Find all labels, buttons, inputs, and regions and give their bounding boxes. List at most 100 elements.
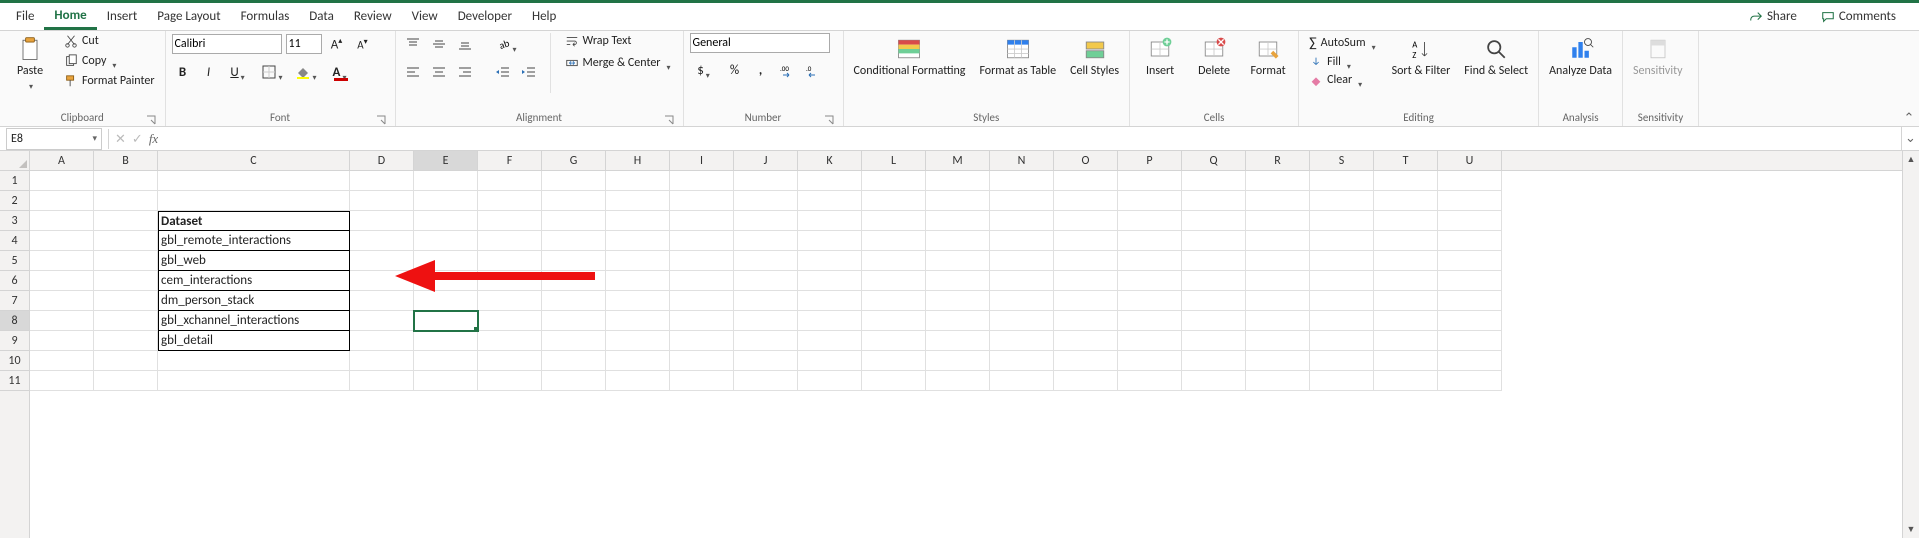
- cell-M11[interactable]: [926, 371, 990, 391]
- cell-C10[interactable]: [158, 351, 350, 371]
- font-name-select[interactable]: [172, 34, 282, 54]
- cell-N6[interactable]: [990, 271, 1054, 291]
- cell-F11[interactable]: [478, 371, 542, 391]
- borders-button[interactable]: [258, 61, 288, 83]
- cell-C11[interactable]: [158, 371, 350, 391]
- cell-S9[interactable]: [1310, 331, 1374, 351]
- cell-J3[interactable]: [734, 211, 798, 231]
- cell-J8[interactable]: [734, 311, 798, 331]
- cell-A4[interactable]: [30, 231, 94, 251]
- column-header-M[interactable]: M: [926, 151, 990, 170]
- cell-S3[interactable]: [1310, 211, 1374, 231]
- cell-P8[interactable]: [1118, 311, 1182, 331]
- cell-E7[interactable]: [414, 291, 478, 311]
- name-box[interactable]: E8 ▾: [6, 128, 102, 150]
- sensitivity-button[interactable]: Sensitivity: [1629, 33, 1687, 80]
- tab-data[interactable]: Data: [299, 5, 344, 28]
- cell-T2[interactable]: [1374, 191, 1438, 211]
- vertical-scrollbar[interactable]: ▲ ▼: [1902, 151, 1919, 538]
- row-header-11[interactable]: 11: [0, 371, 29, 391]
- cell-H7[interactable]: [606, 291, 670, 311]
- tab-formulas[interactable]: Formulas: [231, 5, 300, 28]
- find-select-button[interactable]: Find & Select: [1460, 33, 1532, 80]
- cell-E9[interactable]: [414, 331, 478, 351]
- copy-button[interactable]: Copy: [60, 53, 159, 69]
- row-header-5[interactable]: 5: [0, 251, 29, 271]
- cell-T10[interactable]: [1374, 351, 1438, 371]
- cell-I8[interactable]: [670, 311, 734, 331]
- cell-K4[interactable]: [798, 231, 862, 251]
- dialog-launcher-icon[interactable]: [823, 114, 835, 126]
- cell-P4[interactable]: [1118, 231, 1182, 251]
- align-top-button[interactable]: [402, 33, 424, 55]
- cell-C9[interactable]: gbl_detail: [158, 331, 350, 351]
- cell-J4[interactable]: [734, 231, 798, 251]
- cell-L11[interactable]: [862, 371, 926, 391]
- cell-R4[interactable]: [1246, 231, 1310, 251]
- cell-O6[interactable]: [1054, 271, 1118, 291]
- cell-B2[interactable]: [94, 191, 158, 211]
- cell-U10[interactable]: [1438, 351, 1502, 371]
- cut-button[interactable]: Cut: [60, 33, 159, 49]
- cell-S5[interactable]: [1310, 251, 1374, 271]
- cell-A6[interactable]: [30, 271, 94, 291]
- cell-A10[interactable]: [30, 351, 94, 371]
- cell-J5[interactable]: [734, 251, 798, 271]
- tab-page-layout[interactable]: Page Layout: [147, 5, 230, 28]
- cell-L10[interactable]: [862, 351, 926, 371]
- cell-I10[interactable]: [670, 351, 734, 371]
- underline-button[interactable]: U: [224, 61, 254, 83]
- share-button[interactable]: Share: [1742, 6, 1804, 27]
- column-header-P[interactable]: P: [1118, 151, 1182, 170]
- cell-M2[interactable]: [926, 191, 990, 211]
- column-header-I[interactable]: I: [670, 151, 734, 170]
- cell-K8[interactable]: [798, 311, 862, 331]
- cell-D11[interactable]: [350, 371, 414, 391]
- cell-R2[interactable]: [1246, 191, 1310, 211]
- cell-B6[interactable]: [94, 271, 158, 291]
- cell-N1[interactable]: [990, 171, 1054, 191]
- cell-U3[interactable]: [1438, 211, 1502, 231]
- cell-E1[interactable]: [414, 171, 478, 191]
- formula-input[interactable]: [164, 128, 1901, 150]
- cell-I2[interactable]: [670, 191, 734, 211]
- cell-P9[interactable]: [1118, 331, 1182, 351]
- autosum-button[interactable]: ∑ AutoSum: [1305, 33, 1381, 52]
- cell-J7[interactable]: [734, 291, 798, 311]
- cell-A7[interactable]: [30, 291, 94, 311]
- ribbon-collapse-button[interactable]: ⌃: [1899, 31, 1919, 126]
- column-header-T[interactable]: T: [1374, 151, 1438, 170]
- cell-D3[interactable]: [350, 211, 414, 231]
- row-header-3[interactable]: 3: [0, 211, 29, 231]
- cell-J11[interactable]: [734, 371, 798, 391]
- accept-formula-icon[interactable]: ✓: [132, 131, 143, 147]
- accounting-format-button[interactable]: $: [690, 59, 720, 81]
- cell-G6[interactable]: [542, 271, 606, 291]
- cell-I1[interactable]: [670, 171, 734, 191]
- cell-O9[interactable]: [1054, 331, 1118, 351]
- cell-I7[interactable]: [670, 291, 734, 311]
- cell-Q9[interactable]: [1182, 331, 1246, 351]
- cell-R10[interactable]: [1246, 351, 1310, 371]
- cell-C4[interactable]: gbl_remote_interactions: [158, 231, 350, 251]
- column-header-K[interactable]: K: [798, 151, 862, 170]
- cell-T11[interactable]: [1374, 371, 1438, 391]
- increase-font-button[interactable]: A▴: [326, 33, 348, 55]
- cancel-formula-icon[interactable]: ✕: [115, 131, 126, 147]
- cell-T5[interactable]: [1374, 251, 1438, 271]
- tab-view[interactable]: View: [402, 5, 448, 28]
- cell-I6[interactable]: [670, 271, 734, 291]
- cell-L5[interactable]: [862, 251, 926, 271]
- row-header-8[interactable]: 8: [0, 311, 29, 331]
- cell-Q2[interactable]: [1182, 191, 1246, 211]
- cell-T8[interactable]: [1374, 311, 1438, 331]
- row-header-1[interactable]: 1: [0, 171, 29, 191]
- cell-C5[interactable]: gbl_web: [158, 251, 350, 271]
- cell-J2[interactable]: [734, 191, 798, 211]
- cell-C1[interactable]: [158, 171, 350, 191]
- cell-S8[interactable]: [1310, 311, 1374, 331]
- cell-M3[interactable]: [926, 211, 990, 231]
- cell-D1[interactable]: [350, 171, 414, 191]
- cell-styles-button[interactable]: Cell Styles: [1066, 33, 1123, 80]
- fill-button[interactable]: Fill: [1305, 54, 1381, 70]
